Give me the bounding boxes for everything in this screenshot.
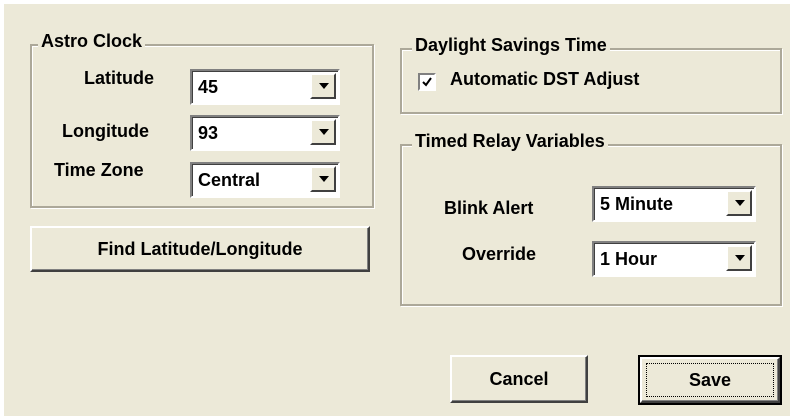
latitude-combo[interactable]: 45	[190, 69, 340, 105]
chevron-down-icon	[735, 255, 745, 261]
chevron-down-icon	[319, 83, 329, 89]
auto-dst-checkbox[interactable]	[418, 73, 436, 91]
find-lat-long-button[interactable]: Find Latitude/Longitude	[30, 226, 370, 272]
chevron-down-icon	[319, 176, 329, 182]
chevron-down-icon	[735, 200, 745, 206]
override-dropdown-button[interactable]	[726, 245, 752, 271]
chevron-down-icon	[319, 129, 329, 135]
timed-relay-group: Timed Relay Variables	[400, 131, 782, 306]
dialog-face: Astro Clock Latitude 45 Longitude 93 Tim…	[4, 4, 790, 416]
blink-alert-dropdown-button[interactable]	[726, 190, 752, 216]
auto-dst-label[interactable]: Automatic DST Adjust	[450, 69, 639, 90]
timezone-dropdown-button[interactable]	[310, 166, 336, 192]
settings-dialog: Astro Clock Latitude 45 Longitude 93 Tim…	[0, 0, 793, 419]
save-button[interactable]: Save	[638, 355, 782, 405]
longitude-combo[interactable]: 93	[190, 115, 340, 151]
blink-alert-combo[interactable]: 5 Minute	[592, 186, 756, 222]
override-combo[interactable]: 1 Hour	[592, 241, 756, 277]
longitude-value: 93	[198, 123, 219, 143]
blink-alert-label: Blink Alert	[444, 198, 534, 218]
longitude-dropdown-button[interactable]	[310, 119, 336, 145]
dst-title: Daylight Savings Time	[412, 35, 610, 56]
find-lat-long-label: Find Latitude/Longitude	[97, 239, 303, 259]
timezone-value: Central	[198, 170, 261, 190]
check-icon	[422, 77, 432, 87]
blink-alert-value: 5 Minute	[600, 194, 674, 214]
timezone-label: Time Zone	[54, 160, 144, 180]
latitude-value: 45	[198, 77, 219, 97]
latitude-dropdown-button[interactable]	[310, 73, 336, 99]
astro-clock-title: Astro Clock	[38, 31, 146, 52]
longitude-label: Longitude	[62, 121, 149, 141]
timed-relay-title: Timed Relay Variables	[412, 131, 608, 152]
cancel-label: Cancel	[489, 369, 549, 389]
save-label: Save	[688, 370, 732, 390]
override-label: Override	[462, 244, 537, 264]
cancel-button[interactable]: Cancel	[450, 355, 588, 403]
latitude-label: Latitude	[84, 68, 154, 88]
timezone-combo[interactable]: Central	[190, 162, 340, 198]
override-value: 1 Hour	[600, 249, 658, 269]
